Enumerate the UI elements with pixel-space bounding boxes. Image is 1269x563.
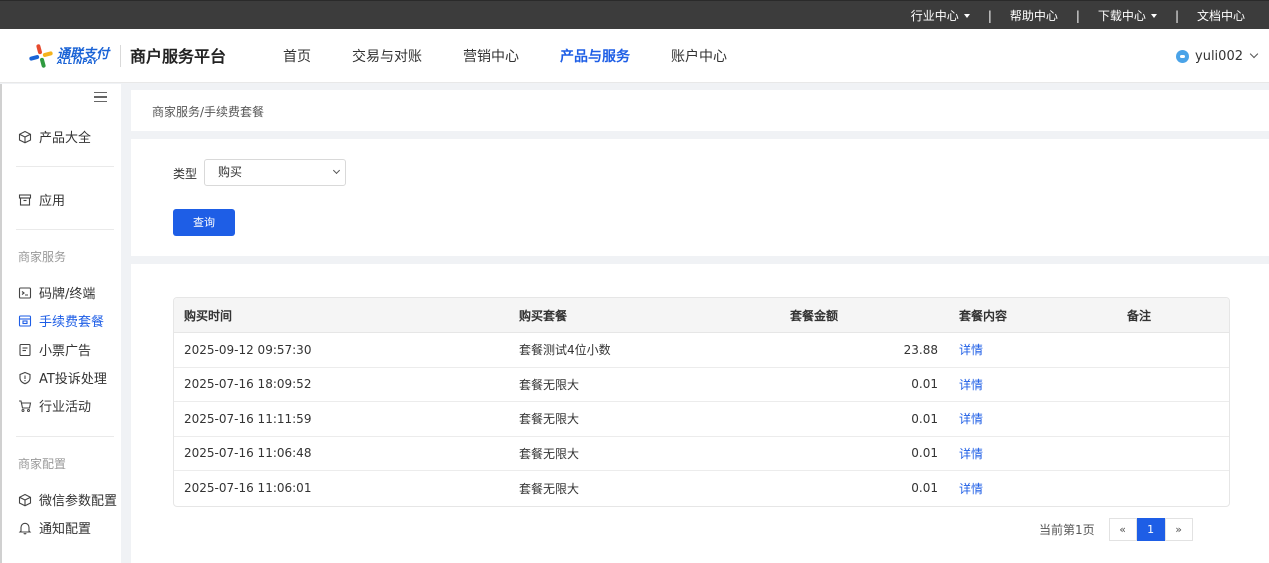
top-bar: 行业中心 | 帮助中心 | 下载中心 | 文档中心 (0, 0, 1269, 29)
purchase-time: 2025-07-16 11:11:59 (184, 411, 312, 426)
next-page-button[interactable]: » (1164, 518, 1193, 541)
breadcrumb-card: 商家服务/手续费套餐 (131, 90, 1269, 131)
details-link[interactable]: 详情 (959, 471, 983, 506)
package-amount: 0.01 (911, 377, 938, 392)
table-row: 2025-09-12 09:57:30 套餐测试4位小数 23.88 详情 (174, 333, 1229, 368)
nav-home[interactable]: 首页 (283, 46, 311, 66)
divider: | (987, 8, 992, 23)
details-link[interactable]: 详情 (959, 368, 983, 402)
column-header: 套餐内容 (959, 308, 1008, 323)
table-row: 2025-07-16 18:09:52 套餐无限大 0.01 详情 (174, 368, 1229, 402)
prev-page-button[interactable]: « (1108, 518, 1137, 541)
divider (16, 229, 114, 230)
divider (120, 45, 121, 67)
shield-icon (19, 371, 31, 384)
breadcrumb: 商家服务/手续费套餐 (152, 105, 265, 119)
query-button[interactable]: 查询 (173, 209, 235, 236)
package-icon (18, 314, 32, 327)
purchase-time: 2025-07-16 11:06:01 (184, 481, 312, 496)
header: 通联支付 ALLINPAY 商户服务平台 首页 交易与对账 营销中心 产品与服务… (0, 29, 1269, 83)
avatar (1176, 49, 1190, 63)
industry-center-link[interactable]: 行业中心 (911, 7, 970, 24)
divider: | (1174, 8, 1179, 23)
sidebar-item-notification-config[interactable]: 通知配置 (18, 518, 91, 537)
purchase-time: 2025-07-16 11:06:48 (184, 446, 312, 461)
package-name: 套餐无限大 (519, 412, 580, 427)
page-indicator: 当前第1页 (1039, 523, 1095, 537)
type-select[interactable]: 购买 (204, 159, 346, 186)
cart-icon (19, 399, 32, 412)
purchase-time: 2025-09-12 09:57:30 (184, 342, 312, 357)
menu-toggle-icon[interactable] (94, 92, 107, 102)
sidebar-item-apps[interactable]: 应用 (18, 190, 65, 209)
caret-down-icon (1150, 13, 1157, 18)
page-button-current[interactable]: 1 (1136, 518, 1165, 541)
sidebar-item-industry-activities[interactable]: 行业活动 (18, 396, 91, 415)
sidebar: 产品大全 应用 商家服务 码牌/终端 手续费套餐 小票广告 AT投诉处理 行业活… (0, 84, 121, 563)
pagination: 当前第1页 « 1 » (1039, 518, 1193, 541)
divider: | (1075, 8, 1080, 23)
sidebar-item-receipt-ads[interactable]: 小票广告 (18, 340, 91, 359)
table-row: 2025-07-16 11:06:48 套餐无限大 0.01 详情 (174, 437, 1229, 471)
caret-down-icon (963, 13, 970, 18)
divider (16, 436, 114, 437)
sidebar-group-title: 商家配置 (18, 457, 67, 471)
package-amount: 0.01 (911, 481, 938, 496)
platform-title: 商户服务平台 (130, 47, 227, 66)
details-link[interactable]: 详情 (959, 333, 983, 367)
sidebar-item-complaints[interactable]: AT投诉处理 (18, 368, 107, 387)
download-center-link[interactable]: 下载中心 (1098, 7, 1157, 24)
sidebar-item-fee-package[interactable]: 手续费套餐 (18, 311, 104, 330)
sidebar-item-terminal[interactable]: 码牌/终端 (18, 283, 95, 302)
details-link[interactable]: 详情 (959, 402, 983, 436)
package-name: 套餐无限大 (519, 446, 580, 461)
filter-card: 类型 购买 查询 (131, 139, 1269, 256)
details-link[interactable]: 详情 (959, 437, 983, 471)
nav-account[interactable]: 账户中心 (671, 46, 727, 66)
nav-transactions[interactable]: 交易与对账 (352, 46, 422, 66)
allinpay-logo-icon (29, 44, 53, 68)
logo-text-en: ALLINPAY (57, 58, 98, 66)
table-row: 2025-07-16 11:06:01 套餐无限大 0.01 详情 (174, 471, 1229, 506)
column-header: 备注 (1127, 308, 1152, 323)
table-header: 购买时间 购买套餐 套餐金额 套餐内容 备注 (174, 298, 1229, 333)
nav-products-services[interactable]: 产品与服务 (560, 46, 630, 66)
user-menu[interactable]: yuli002 (1176, 29, 1259, 83)
column-header: 购买套餐 (519, 308, 568, 323)
purchase-time: 2025-07-16 18:09:52 (184, 377, 312, 392)
sidebar-item-products[interactable]: 产品大全 (18, 127, 91, 146)
cube-icon (18, 130, 32, 143)
package-amount: 0.01 (911, 411, 938, 426)
nav-marketing[interactable]: 营销中心 (463, 46, 519, 66)
package-name: 套餐测试4位小数 (519, 343, 611, 358)
type-label: 类型 (173, 167, 198, 181)
purchase-table: 购买时间 购买套餐 套餐金额 套餐内容 备注 2025-09-12 09:57:… (173, 297, 1230, 507)
logo[interactable]: 通联支付 ALLINPAY (28, 42, 118, 70)
column-header: 购买时间 (184, 308, 233, 323)
package-amount: 0.01 (911, 446, 938, 461)
table-card: 购买时间 购买套餐 套餐金额 套餐内容 备注 2025-09-12 09:57:… (131, 264, 1269, 563)
docs-center-link[interactable]: 文档中心 (1197, 7, 1245, 24)
divider (16, 166, 114, 167)
main-nav: 首页 交易与对账 营销中心 产品与服务 账户中心 (283, 29, 768, 83)
package-amount: 23.88 (903, 342, 938, 357)
box-icon (18, 193, 32, 206)
username: yuli002 (1195, 48, 1243, 64)
receipt-icon (19, 343, 31, 356)
bell-icon (18, 522, 32, 534)
sidebar-group-title: 商家服务 (18, 250, 67, 264)
chevron-down-icon (332, 166, 341, 175)
chevron-down-icon (1249, 49, 1259, 59)
sidebar-item-wechat-config[interactable]: 微信参数配置 (18, 490, 117, 509)
column-header: 套餐金额 (790, 308, 839, 323)
terminal-icon (18, 286, 32, 299)
help-center-link[interactable]: 帮助中心 (1010, 7, 1058, 24)
top-links: 行业中心 | 帮助中心 | 下载中心 | 文档中心 (911, 1, 1245, 30)
table-row: 2025-07-16 11:11:59 套餐无限大 0.01 详情 (174, 402, 1229, 437)
package-name: 套餐无限大 (519, 481, 580, 496)
cube-icon (18, 493, 32, 506)
package-name: 套餐无限大 (519, 377, 580, 392)
